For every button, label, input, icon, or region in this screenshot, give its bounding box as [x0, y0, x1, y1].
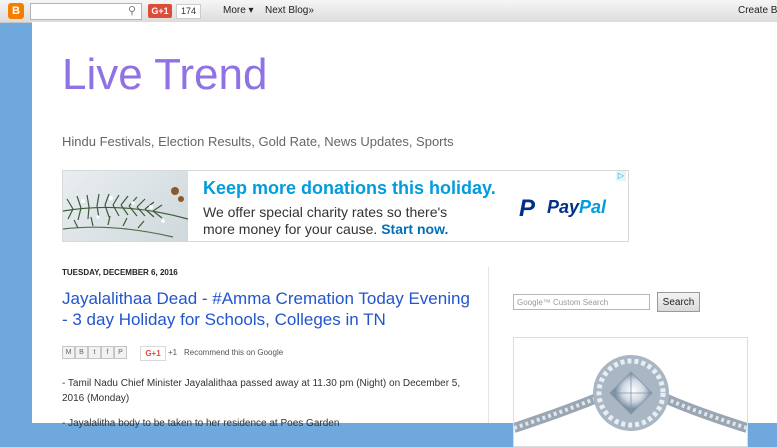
search-icon[interactable]: ⚲	[128, 4, 140, 18]
recommend-text: Recommend this on Google	[184, 348, 284, 357]
paypal-wordmark: PayPal	[547, 197, 607, 217]
diamond-ring-icon	[514, 355, 747, 433]
post-paragraph: - Tamil Nadu Chief Minister Jayalalithaa…	[62, 378, 461, 404]
blog-page: Live Trend Hindu Festivals, Election Res…	[32, 22, 777, 447]
navbar-search-input[interactable]	[30, 3, 142, 20]
column-divider	[488, 267, 489, 423]
post-title-link[interactable]: Jayalalithaa Dead - #Amma Cremation Toda…	[62, 288, 472, 330]
pinterest-share-icon[interactable]: P	[114, 346, 127, 359]
ring-ad-image[interactable]	[513, 337, 748, 447]
search-button[interactable]: Search	[657, 292, 700, 312]
post-body: - Tamil Nadu Chief Minister Jayalalithaa…	[62, 376, 472, 441]
email-share-icon[interactable]: M	[62, 346, 75, 359]
ad-cta-link[interactable]: Start now.	[381, 221, 448, 237]
gplus-share-button[interactable]: G+1	[140, 346, 166, 361]
next-blog-link[interactable]: Next Blog»	[265, 5, 314, 16]
gplus-button[interactable]: G+1	[148, 4, 172, 18]
gplus-count: 174	[176, 4, 202, 19]
post-date-header: TUESDAY, DECEMBER 6, 2016	[62, 268, 178, 277]
twitter-share-icon[interactable]: t	[88, 346, 101, 359]
plus-one-count: +1	[168, 348, 178, 357]
ad-body-text: more money for your cause.	[203, 221, 378, 237]
ad-headline: Keep more donations this holiday.	[203, 178, 496, 198]
blogthis-share-icon[interactable]: B	[75, 346, 88, 359]
paypal-mark-icon: P	[519, 195, 536, 222]
blog-title[interactable]: Live Trend	[62, 50, 267, 100]
paypal-ad-banner[interactable]: Keep more donations this holiday. We off…	[62, 170, 629, 242]
blogger-logo-icon[interactable]: B	[8, 3, 24, 19]
ad-body-line: more money for your cause. Start now.	[203, 221, 448, 237]
custom-search-input[interactable]: Google™ Custom Search	[513, 294, 650, 310]
pine-branch-image	[63, 171, 188, 241]
create-blog-link[interactable]: Create B	[738, 5, 777, 16]
more-menu[interactable]: More ▾	[223, 5, 254, 16]
blog-description: Hindu Festivals, Election Results, Gold …	[62, 134, 454, 149]
facebook-share-icon[interactable]: f	[101, 346, 114, 359]
ad-body-line: We offer special charity rates so there'…	[203, 204, 448, 220]
blogger-navbar: B ⚲ G+1 174 More ▾ Next Blog» Create B	[0, 0, 777, 23]
paypal-logo: P PayPal	[519, 195, 619, 222]
adchoices-icon[interactable]: ▷	[616, 171, 626, 181]
post-paragraph: - Jayalalitha body to be taken to her re…	[62, 418, 340, 429]
